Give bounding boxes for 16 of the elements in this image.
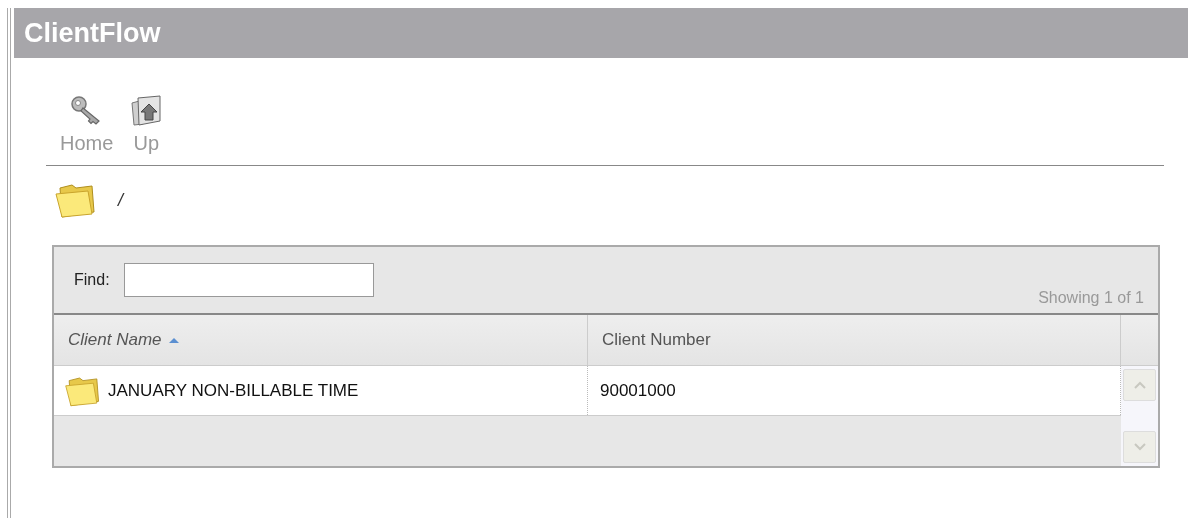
record-count: Showing 1 of 1 bbox=[1038, 289, 1144, 307]
table-row[interactable]: JANUARY NON-BILLABLE TIME 90001000 bbox=[54, 366, 1121, 416]
folder-up-icon bbox=[129, 94, 164, 128]
find-field[interactable] bbox=[123, 263, 374, 297]
scroll-down-button[interactable] bbox=[1123, 431, 1156, 463]
table-cell: JANUARY NON-BILLABLE TIME bbox=[108, 380, 359, 401]
scroll-up-button[interactable] bbox=[1123, 369, 1156, 401]
column-header[interactable]: Client Number bbox=[588, 315, 1121, 365]
sort-ascending-icon bbox=[167, 336, 180, 344]
find-label: Find: bbox=[74, 271, 110, 289]
table-cell: 90001000 bbox=[600, 380, 676, 401]
chevron-up-icon bbox=[1132, 380, 1147, 390]
chevron-down-icon bbox=[1132, 442, 1147, 452]
column-header[interactable]: Client Name bbox=[54, 315, 588, 365]
current-path: / bbox=[118, 189, 123, 211]
window-title: ClientFlow bbox=[24, 17, 161, 49]
